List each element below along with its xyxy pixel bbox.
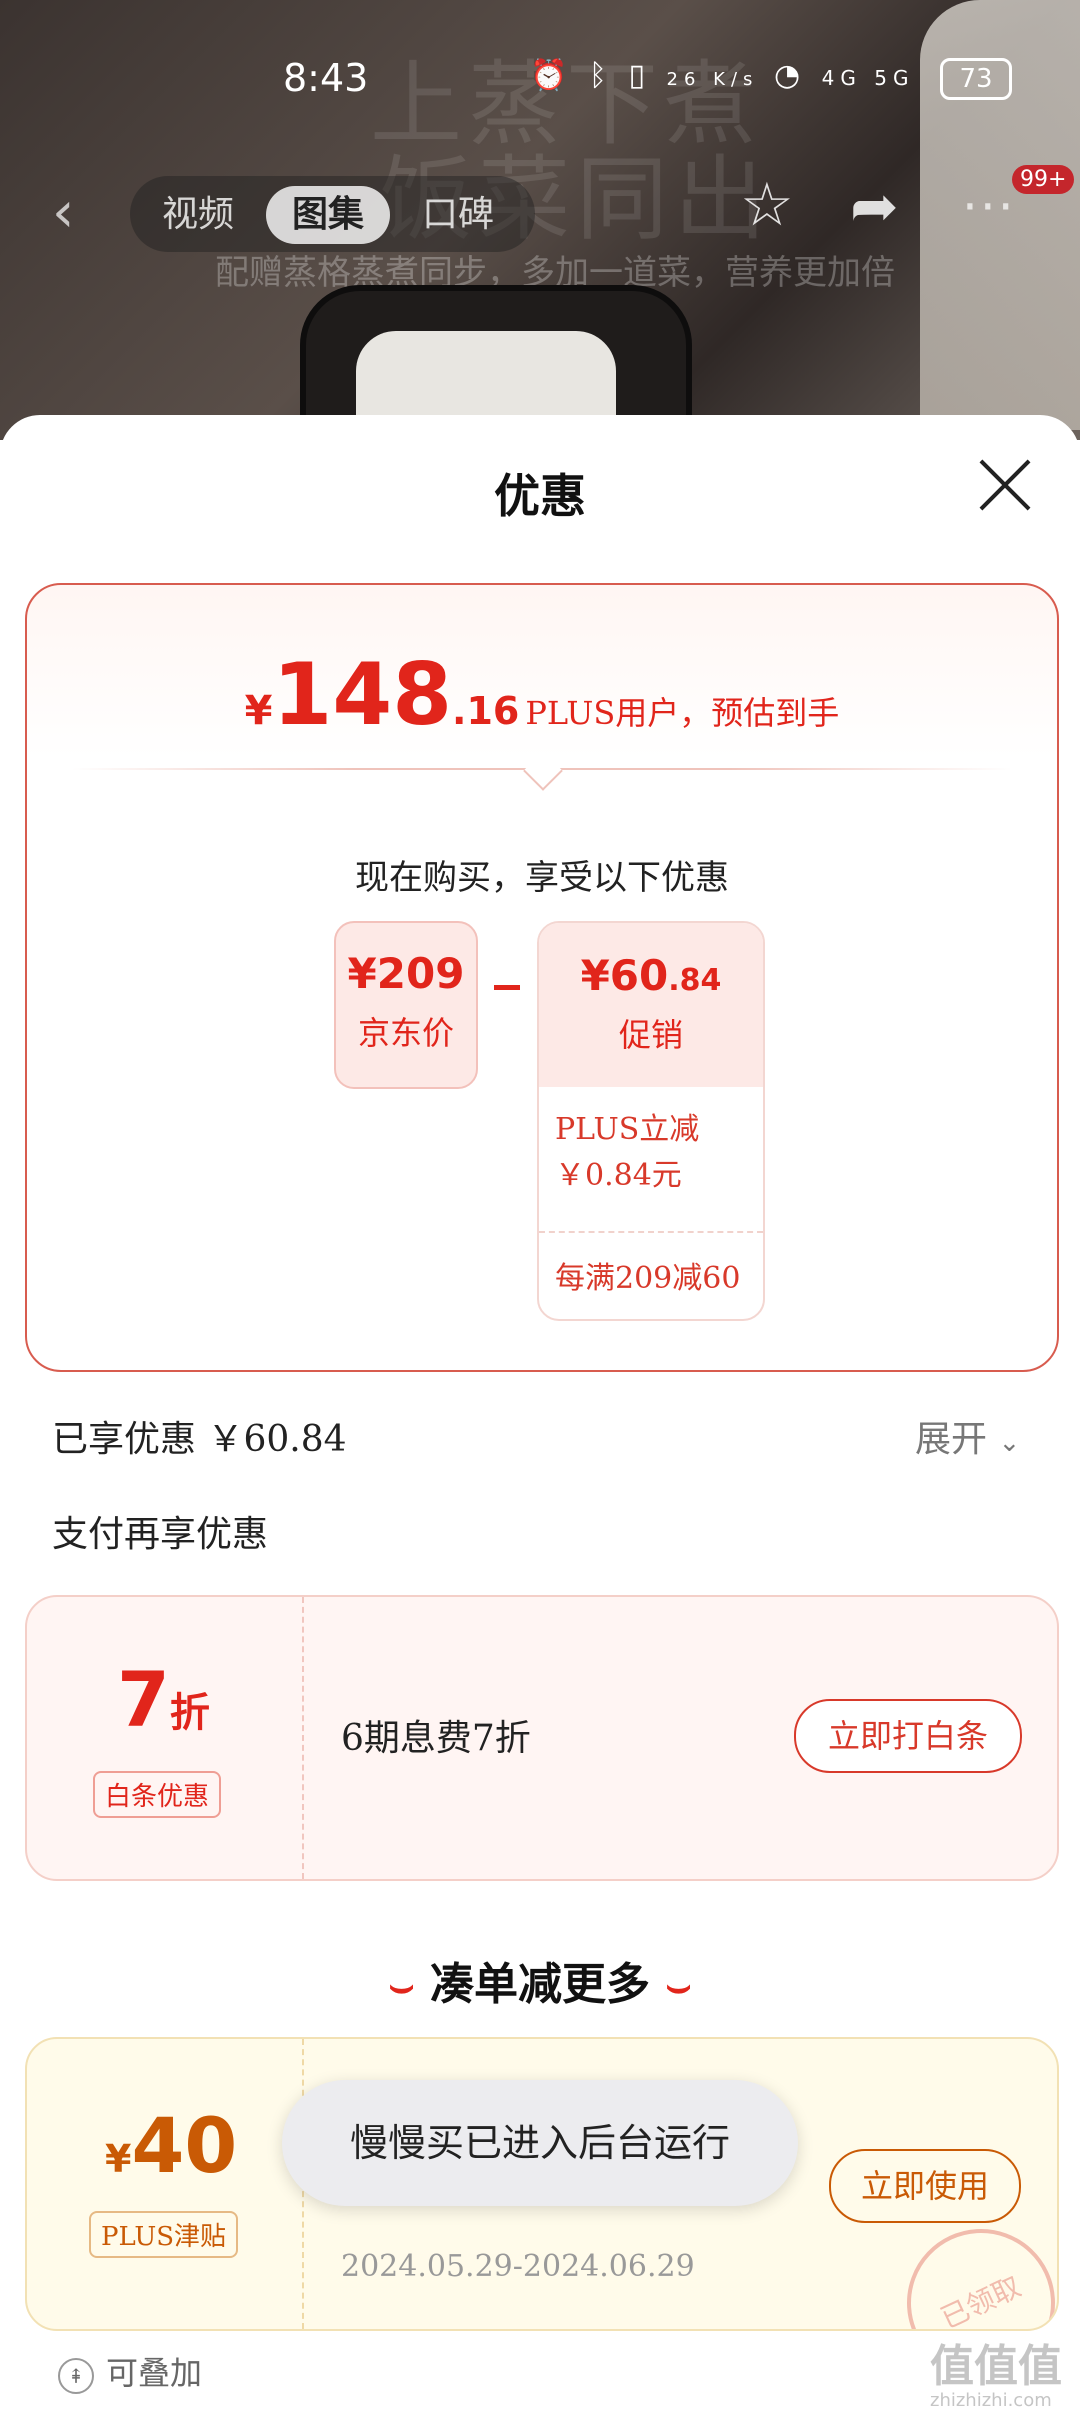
price-integer: 148	[272, 645, 453, 745]
coupon-amount: ¥40	[105, 2101, 238, 2190]
use-baitiao-button[interactable]: 立即打白条	[794, 1699, 1022, 1773]
clock: 8:43	[283, 56, 369, 100]
baitiao-description: 6期息费7折	[341, 1718, 531, 1759]
top-nav: ‹ 视频 图集 口碑 ☆ ➦ ··· 99+	[0, 165, 1080, 252]
site-watermark: 值值值 zhizhizhi.com	[930, 2341, 1062, 2411]
battery-level: 73	[940, 58, 1012, 100]
dashed-separator	[539, 1231, 763, 1233]
coupon-validity: 2024.05.29-2024.06.29	[341, 2249, 695, 2284]
share-arrow-icon[interactable]: ➦	[850, 172, 899, 240]
enjoyed-discount: 已享优惠 ￥60.84	[52, 1419, 347, 1460]
sheet-title: 优惠	[494, 469, 586, 523]
cellular-signal: 4G 5G	[821, 66, 915, 90]
close-icon[interactable]	[975, 455, 1035, 515]
jd-price-label: 京东价	[357, 1014, 454, 1052]
jd-price-box: ¥209 京东价	[334, 921, 478, 1089]
status-icons: ⏰ ᛒ ▯ 26 K/s ◔ 4G 5G	[530, 58, 914, 93]
minus-sign	[494, 985, 520, 990]
back-arrow-icon[interactable]: ‹	[52, 180, 74, 245]
expand-button[interactable]: 展开 ⌄	[915, 1410, 1020, 1462]
tab-reviews[interactable]: 口碑	[396, 186, 520, 244]
use-coupon-button[interactable]: 立即使用	[829, 2149, 1021, 2223]
stackable-note: ⇞ 可叠加	[58, 2348, 202, 2394]
price-decimal: .16	[452, 689, 520, 733]
more-savings-heading: ⌣ 凑单减更多 ⌣	[388, 1959, 692, 2010]
message-badge: 99+	[1012, 165, 1075, 194]
vibrate-icon: ▯	[628, 58, 651, 93]
full-reduction: 每满209减60	[555, 1261, 741, 1296]
buy-now-text: 现在购买，享受以下优惠	[355, 858, 729, 898]
background-toast: 慢慢买已进入后台运行	[282, 2080, 798, 2206]
coupon-tag: PLUS津贴	[89, 2211, 239, 2258]
divider-notch	[523, 751, 563, 791]
tab-video[interactable]: 视频	[136, 186, 260, 244]
price-currency: ¥	[244, 688, 273, 734]
promotion-label: 促销	[618, 1016, 683, 1054]
promotion-box: ¥60.84 促销 PLUS立减 ￥0.84元 每满209减60	[537, 921, 765, 1321]
baitiao-discount: 7折	[117, 1655, 210, 1744]
smile-right-icon: ⌣	[665, 1962, 692, 2009]
baitiao-offer-card: 7折 白条优惠 6期息费7折 立即打白条	[25, 1595, 1059, 1881]
jd-price-value: ¥209	[347, 949, 465, 998]
more-dots-icon[interactable]: ···	[962, 178, 1016, 236]
claimed-stamp: 已领取	[882, 2204, 1057, 2329]
price-note: PLUS用户，预估到手	[525, 694, 840, 732]
baitiao-tag: 白条优惠	[93, 1771, 222, 1818]
pay-more-heading: 支付再享优惠	[52, 1514, 269, 1555]
promotion-value: ¥60.84	[580, 951, 722, 1000]
price-breakdown-card: ¥148.16 PLUS用户，预估到手 现在购买，享受以下优惠 ¥209 京东价 …	[25, 583, 1059, 1372]
status-bar: 8:43 ⏰ ᛒ ▯ 26 K/s ◔ 4G 5G 73	[0, 50, 1080, 110]
stack-icon: ⇞	[58, 2357, 94, 2394]
wifi-icon: ◔	[773, 58, 807, 93]
alarm-icon: ⏰	[530, 58, 574, 93]
plus-reduction: PLUS立减 ￥0.84元	[555, 1112, 700, 1193]
star-icon[interactable]: ☆	[740, 170, 794, 240]
bluetooth-icon: ᛒ	[588, 58, 613, 93]
net-speed: 26 K/s	[666, 69, 759, 90]
smile-left-icon: ⌣	[388, 1962, 415, 2009]
estimated-price: ¥148.16 PLUS用户，预估到手	[27, 645, 1057, 745]
chevron-down-icon: ⌄	[998, 1428, 1021, 1458]
media-tabs: 视频 图集 口碑	[130, 176, 535, 252]
tab-gallery[interactable]: 图集	[266, 186, 391, 244]
